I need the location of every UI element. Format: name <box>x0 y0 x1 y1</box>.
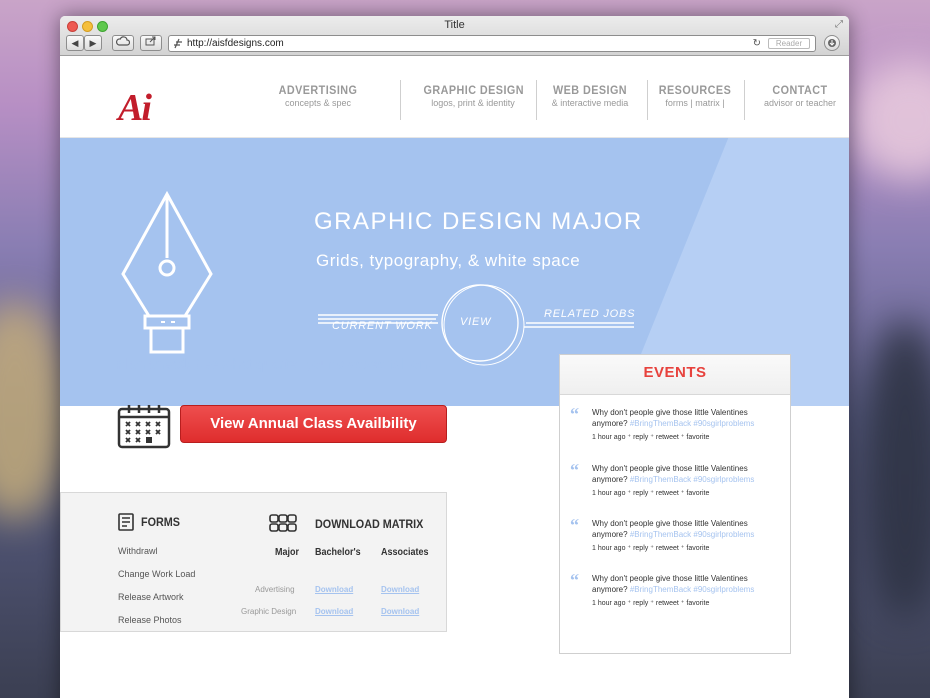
nav-title: GRAPHIC DESIGN <box>423 83 525 97</box>
cloud-icon <box>115 36 131 46</box>
nav-subtitle: advisor or teacher <box>763 98 837 108</box>
nav-subtitle: forms | matrix | <box>665 98 725 108</box>
url-text: http://aisfdesigns.com <box>187 38 284 49</box>
nav-contact[interactable]: CONTACT advisor or teacher <box>745 83 849 108</box>
nav-title: WEB DESIGN <box>552 83 628 97</box>
site-header: Ai ADVERTISING concepts & spec GRAPHIC D… <box>60 56 849 138</box>
reply-link[interactable]: reply <box>633 545 648 552</box>
reply-link[interactable]: reply <box>633 600 648 607</box>
web-page: Ai ADVERTISING concepts & spec GRAPHIC D… <box>60 56 849 654</box>
form-link-release-photos[interactable]: Release Photos <box>118 615 182 625</box>
reader-button[interactable]: Reader <box>768 38 810 49</box>
matrix-row-label: Graphic Design <box>241 607 297 616</box>
retweet-link[interactable]: retweet <box>656 434 679 441</box>
nav-title: CONTACT <box>772 83 828 97</box>
matrix-col-associates: Associates <box>381 547 429 558</box>
form-link-release-artwork[interactable]: Release Artwork <box>118 592 184 602</box>
nav-divider <box>400 80 401 120</box>
event-meta: 1 hour ago ⁺ reply ⁺ retweet ⁺ favorite <box>592 434 710 441</box>
retweet-link[interactable]: retweet <box>656 545 679 552</box>
event-meta: 1 hour ago ⁺ reply ⁺ retweet ⁺ favorite <box>592 490 710 497</box>
nav-graphic-design[interactable]: GRAPHIC DESIGN logos, print & identity <box>418 83 528 108</box>
retweet-link[interactable]: retweet <box>656 600 679 607</box>
form-link-change-work-load[interactable]: Change Work Load <box>118 569 195 579</box>
event-time: 1 hour ago <box>592 545 626 552</box>
event-hashtags[interactable]: #BringThemBack #90sgirlproblems <box>630 475 755 484</box>
share-button[interactable] <box>140 35 162 51</box>
event-meta: 1 hour ago ⁺ reply ⁺ retweet ⁺ favorite <box>592 600 710 607</box>
event-hashtags[interactable]: #BringThemBack #90sgirlproblems <box>630 530 755 539</box>
event-hashtags[interactable]: #BringThemBack #90sgirlproblems <box>630 585 755 594</box>
event-text: Why don't people give those little Valen… <box>592 519 755 539</box>
quote-icon: “ <box>570 460 579 480</box>
favorite-link[interactable]: favorite <box>686 490 709 497</box>
events-title: EVENTS <box>560 355 790 395</box>
hero-subtitle: Grids, typography, & white space <box>316 251 581 270</box>
current-work-link[interactable]: CURRENT WORK <box>332 320 433 332</box>
favorite-link[interactable]: favorite <box>686 600 709 607</box>
hero-title: GRAPHIC DESIGN MAJOR <box>314 208 643 235</box>
event-time: 1 hour ago <box>592 490 626 497</box>
event-text: Why don't people give those little Valen… <box>592 574 755 594</box>
quote-icon: “ <box>570 570 579 590</box>
plan-ahead-text: Plan ahead! See what quarter your classe… <box>117 356 431 373</box>
matrix-download-link[interactable]: Download <box>381 585 419 594</box>
forward-button[interactable]: ▶ <box>84 35 102 51</box>
nav-title: RESOURCES <box>658 83 732 97</box>
downloads-button[interactable] <box>824 35 840 51</box>
nav-web-design[interactable]: WEB DESIGN & interactive media <box>535 83 645 108</box>
reload-icon[interactable]: ↻ <box>753 36 761 51</box>
pen-nib-icon <box>121 190 213 354</box>
site-logo[interactable]: Ai <box>118 86 152 130</box>
forms-title: FORMS <box>141 515 181 529</box>
view-class-availability-button[interactable]: View Annual Class Availbility <box>180 405 447 443</box>
forms-icon <box>118 513 134 531</box>
site-favicon-icon <box>174 38 182 49</box>
forms-download-panel: FORMS Withdrawl Change Work Load Release… <box>60 492 447 632</box>
matrix-col-major: Major <box>275 547 300 558</box>
browser-toolbar: Title ⤢ ◀ ▶ http://aisfdesigns.com ↻ Rea… <box>60 16 849 56</box>
matrix-grid-icon <box>269 514 297 532</box>
event-time: 1 hour ago <box>592 434 626 441</box>
matrix-download-link[interactable]: Download <box>315 585 353 594</box>
quote-icon: “ <box>570 404 579 424</box>
matrix-download-link[interactable]: Download <box>315 607 353 616</box>
matrix-row-label: Advertising <box>255 585 295 594</box>
browser-window: Title ⤢ ◀ ▶ http://aisfdesigns.com ↻ Rea… <box>60 16 849 698</box>
nav-subtitle: & interactive media <box>551 98 629 108</box>
nav-resources[interactable]: RESOURCES forms | matrix | <box>640 83 750 108</box>
nav-title: ADVERTISING <box>278 83 358 97</box>
icloud-tabs-button[interactable] <box>112 35 134 51</box>
favorite-link[interactable]: favorite <box>686 545 709 552</box>
event-text: Why don't people give those little Valen… <box>592 408 755 428</box>
matrix-col-bachelors: Bachelor's <box>315 547 361 558</box>
share-icon <box>145 36 156 46</box>
events-panel: EVENTS “ Why don't people give those lit… <box>559 354 791 654</box>
form-link-withdrawl[interactable]: Withdrawl <box>118 546 158 556</box>
nav-subtitle: concepts & spec <box>284 98 352 108</box>
reply-link[interactable]: reply <box>633 434 648 441</box>
back-button[interactable]: ◀ <box>66 35 84 51</box>
event-text: Why don't people give those little Valen… <box>592 464 755 484</box>
window-title: Title <box>444 19 465 31</box>
nav-advertising[interactable]: ADVERTISING concepts & spec <box>263 83 373 108</box>
download-matrix-title: DOWNLOAD MATRIX <box>315 517 424 531</box>
view-link[interactable]: VIEW <box>460 316 491 328</box>
calendar-icon <box>117 405 171 449</box>
event-hashtags[interactable]: #BringThemBack #90sgirlproblems <box>630 419 755 428</box>
favorite-link[interactable]: favorite <box>686 434 709 441</box>
background-blur <box>850 60 930 180</box>
background-blur <box>860 320 930 620</box>
event-time: 1 hour ago <box>592 600 626 607</box>
fullscreen-icon[interactable]: ⤢ <box>835 19 843 30</box>
retweet-link[interactable]: retweet <box>656 490 679 497</box>
quote-icon: “ <box>570 515 579 535</box>
download-icon <box>828 39 836 47</box>
matrix-download-link[interactable]: Download <box>381 607 419 616</box>
nav-subtitle: logos, print & identity <box>431 98 515 108</box>
address-bar[interactable]: http://aisfdesigns.com ↻ Reader <box>168 35 816 52</box>
event-meta: 1 hour ago ⁺ reply ⁺ retweet ⁺ favorite <box>592 545 710 552</box>
related-jobs-link[interactable]: RELATED JOBS <box>544 308 635 320</box>
reply-link[interactable]: reply <box>633 490 648 497</box>
